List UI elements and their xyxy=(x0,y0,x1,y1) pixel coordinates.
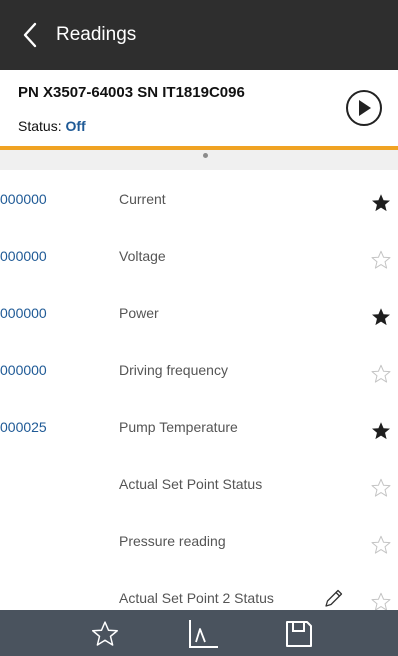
reading-row[interactable]: 000000 Driving frequency xyxy=(0,341,398,398)
play-circle-icon xyxy=(359,100,371,116)
chevron-left-icon xyxy=(23,22,37,48)
device-pn-sn: PN X3507-64003 SN IT1819C096 xyxy=(18,84,245,101)
reading-row[interactable]: Actual Set Point Status xyxy=(0,455,398,512)
device-panel: PN X3507-64003 SN IT1819C096 Status: Off xyxy=(0,70,398,146)
reading-row[interactable]: 000000 Voltage xyxy=(0,227,398,284)
page-title: Readings xyxy=(56,24,137,45)
favorites-button[interactable] xyxy=(87,616,123,652)
pager-indicator xyxy=(0,150,398,170)
bottom-toolbar xyxy=(0,610,398,656)
back-button[interactable] xyxy=(0,0,60,70)
reading-value: 000000 xyxy=(0,305,47,321)
star-outline-icon[interactable] xyxy=(370,534,392,556)
reading-label: Driving frequency xyxy=(119,362,228,378)
reading-row[interactable]: Pressure reading xyxy=(0,512,398,569)
reading-label: Actual Set Point Status xyxy=(119,476,263,492)
reading-label: Power xyxy=(119,305,159,321)
readings-list: 000000 Current 000000 Voltage 000000 Power 000… xyxy=(0,170,398,610)
reading-label: Voltage xyxy=(119,248,166,264)
reading-row[interactable]: 000000 Current xyxy=(0,170,398,227)
save-icon xyxy=(286,621,312,647)
star-outline-icon[interactable] xyxy=(370,249,392,271)
chart-icon xyxy=(189,620,218,648)
star-outline-icon[interactable] xyxy=(370,477,392,499)
star-outline-icon[interactable] xyxy=(370,363,392,385)
reading-value: 000000 xyxy=(0,362,47,378)
reading-value: 000000 xyxy=(0,191,47,207)
top-bar: Readings xyxy=(0,0,398,70)
star-filled-icon[interactable] xyxy=(370,306,392,328)
status-label: Status: xyxy=(18,118,62,134)
play-button[interactable] xyxy=(346,90,382,126)
chart-button[interactable] xyxy=(186,616,222,652)
reading-label: Pressure reading xyxy=(119,533,226,549)
star-outline-icon xyxy=(92,621,118,646)
reading-row[interactable]: Actual Set Point 2 Status xyxy=(0,569,398,610)
reading-row[interactable]: 000025 Pump Temperature xyxy=(0,398,398,455)
star-outline-icon[interactable] xyxy=(370,591,392,610)
reading-label: Actual Set Point 2 Status xyxy=(119,590,274,606)
reading-value: 000000 xyxy=(0,248,47,264)
status-value: Off xyxy=(65,118,86,134)
reading-label: Pump Temperature xyxy=(119,419,238,435)
star-filled-icon[interactable] xyxy=(370,192,392,214)
star-filled-icon[interactable] xyxy=(370,420,392,442)
reading-value: 000025 xyxy=(0,419,47,435)
device-status: Status: Off xyxy=(18,118,86,134)
pencil-icon[interactable] xyxy=(322,586,346,610)
pager-dot xyxy=(203,153,208,158)
save-button[interactable] xyxy=(281,616,317,652)
reading-label: Current xyxy=(119,191,166,207)
reading-row[interactable]: 000000 Power xyxy=(0,284,398,341)
